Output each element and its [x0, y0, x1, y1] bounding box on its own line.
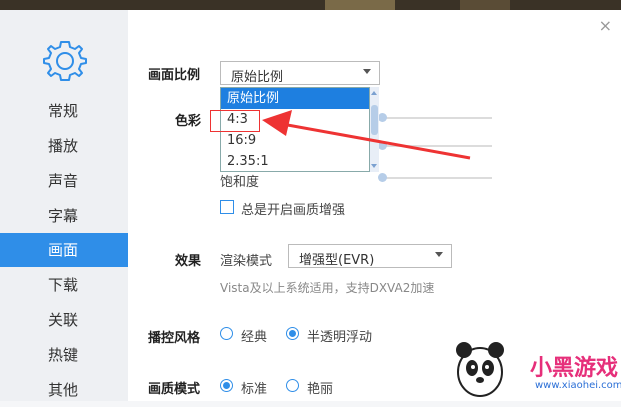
chevron-down-icon [363, 69, 371, 74]
gear-icon [43, 41, 87, 81]
contrast-slider[interactable] [380, 145, 492, 147]
brightness-slider[interactable] [380, 117, 492, 119]
scroll-down-icon[interactable] [371, 164, 377, 168]
close-icon[interactable]: × [599, 16, 612, 35]
render-mode-hint: Vista及以上系统适用，支持DXVA2加速 [220, 281, 435, 295]
render-mode-label: 渲染模式 [220, 254, 273, 269]
annotation-highlight-box [210, 110, 260, 132]
sidebar-item-other[interactable]: 其他 [0, 373, 128, 407]
sidebar-item-label: 声音 [48, 172, 79, 190]
render-mode-value: 增强型(EVR) [299, 253, 375, 268]
watermark-url: www.xiaohei.com [535, 380, 621, 391]
saturation-label: 饱和度 [220, 175, 260, 190]
radio-vivid-label: 艳丽 [307, 382, 334, 397]
radio-standard[interactable] [220, 379, 233, 392]
dropdown-scrollbar[interactable] [370, 87, 379, 172]
slider-handle[interactable] [378, 173, 387, 182]
sidebar-item-sound[interactable]: 声音 [0, 164, 128, 198]
aspect-option-label: 原始比例 [227, 91, 280, 106]
quality-mode-label: 画质模式 [148, 382, 201, 397]
chevron-down-icon [435, 252, 443, 257]
settings-sidebar: 常规 播放 声音 字幕 画面 下载 关联 热键 其他 [0, 10, 128, 401]
aspect-label: 画面比例 [148, 68, 201, 83]
scrollbar-thumb[interactable] [371, 105, 378, 135]
slider-handle[interactable] [378, 113, 387, 122]
slider-handle[interactable] [378, 141, 387, 150]
sidebar-item-download[interactable]: 下载 [0, 268, 128, 302]
radio-translucent[interactable] [286, 327, 299, 340]
color-label: 色彩 [175, 114, 202, 129]
enhance-checkbox-label: 总是开启画质增强 [241, 203, 346, 218]
control-style-label: 播控风格 [148, 331, 201, 346]
aspect-option-label: 2.35:1 [227, 154, 269, 169]
aspect-select[interactable]: 原始比例 [220, 61, 380, 85]
aspect-option[interactable]: 原始比例 [221, 88, 369, 109]
scroll-up-icon[interactable] [371, 91, 377, 95]
enhance-checkbox[interactable] [220, 200, 234, 214]
render-mode-select[interactable]: 增强型(EVR) [288, 244, 452, 268]
radio-translucent-label: 半透明浮动 [307, 330, 373, 345]
background-image [325, 0, 395, 10]
sidebar-item-association[interactable]: 关联 [0, 303, 128, 337]
sidebar-item-label: 画面 [48, 241, 79, 259]
watermark-brand: 小黑游戏 [530, 356, 619, 381]
sidebar-item-picture[interactable]: 画面 [0, 233, 128, 267]
sidebar-item-label: 字幕 [48, 207, 79, 225]
sidebar-item-subtitles[interactable]: 字幕 [0, 199, 128, 233]
radio-classic[interactable] [220, 327, 233, 340]
radio-vivid[interactable] [286, 379, 299, 392]
sidebar-item-label: 常规 [48, 102, 79, 120]
sidebar-item-label: 下载 [48, 276, 79, 294]
radio-standard-label: 标准 [241, 382, 268, 397]
sidebar-item-label: 热键 [48, 346, 79, 364]
aspect-option-label: 16:9 [227, 133, 257, 148]
sidebar-item-general[interactable]: 常规 [0, 94, 128, 128]
sidebar-item-label: 关联 [48, 311, 79, 329]
sidebar-item-label: 播放 [48, 137, 79, 155]
aspect-option[interactable]: 2.35:1 [221, 151, 369, 172]
aspect-select-value: 原始比例 [231, 70, 284, 85]
saturation-slider[interactable] [380, 177, 492, 179]
background-image [460, 0, 510, 10]
sidebar-item-hotkeys[interactable]: 热键 [0, 338, 128, 372]
sidebar-item-playback[interactable]: 播放 [0, 129, 128, 163]
aspect-option[interactable]: 16:9 [221, 130, 369, 151]
sidebar-item-label: 其他 [48, 381, 79, 399]
background-strip [0, 0, 621, 10]
effect-label: 效果 [175, 254, 202, 269]
radio-classic-label: 经典 [241, 330, 268, 345]
